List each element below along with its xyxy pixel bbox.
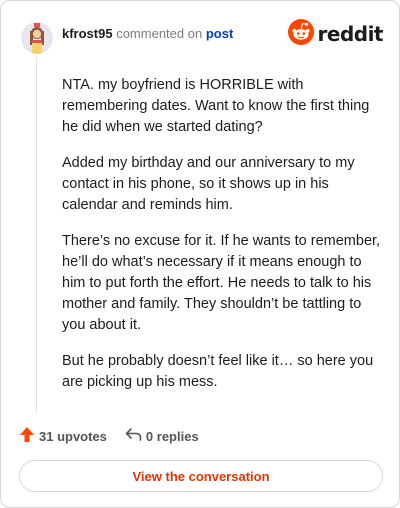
reply-arrow-icon [125, 427, 142, 445]
reddit-wordmark: reddit [317, 22, 384, 46]
user-avatar[interactable] [21, 22, 53, 54]
comment-stats: 31 upvotes 0 replies [19, 426, 199, 446]
upvote-count: 31 upvotes [39, 428, 107, 444]
comment-card: kfrost95 commented on post reddit NTA. m… [0, 0, 400, 508]
reply-button[interactable]: 0 replies [125, 427, 199, 445]
reply-count: 0 replies [145, 428, 199, 444]
comment-paragraph: Added my birthday and our anniversary to… [62, 155, 355, 213]
comment-paragraph: There’s no excuse for it. If he wants to… [62, 233, 381, 333]
reddit-snoo-icon [287, 18, 314, 50]
comment-header: kfrost95 commented on post reddit [21, 15, 384, 54]
reddit-logo[interactable]: reddit [287, 18, 384, 50]
upvote-arrow-icon [19, 426, 35, 446]
view-conversation-button[interactable]: View the conversation [19, 460, 383, 492]
upvote-button[interactable]: 31 upvotes [19, 426, 107, 446]
comment-paragraph: But he probably doesn’t feel like it… so… [62, 353, 374, 390]
username-link[interactable]: kfrost95 [62, 26, 113, 41]
action-text: commented on [116, 26, 203, 41]
thread-line [36, 57, 37, 413]
comment-body: NTA. my boyfriend is HORRIBLE with remem… [62, 75, 382, 408]
post-link[interactable]: post [206, 26, 233, 41]
comment-meta: kfrost95 commented on post [62, 26, 233, 42]
comment-paragraph: NTA. my boyfriend is HORRIBLE with remem… [62, 77, 370, 135]
